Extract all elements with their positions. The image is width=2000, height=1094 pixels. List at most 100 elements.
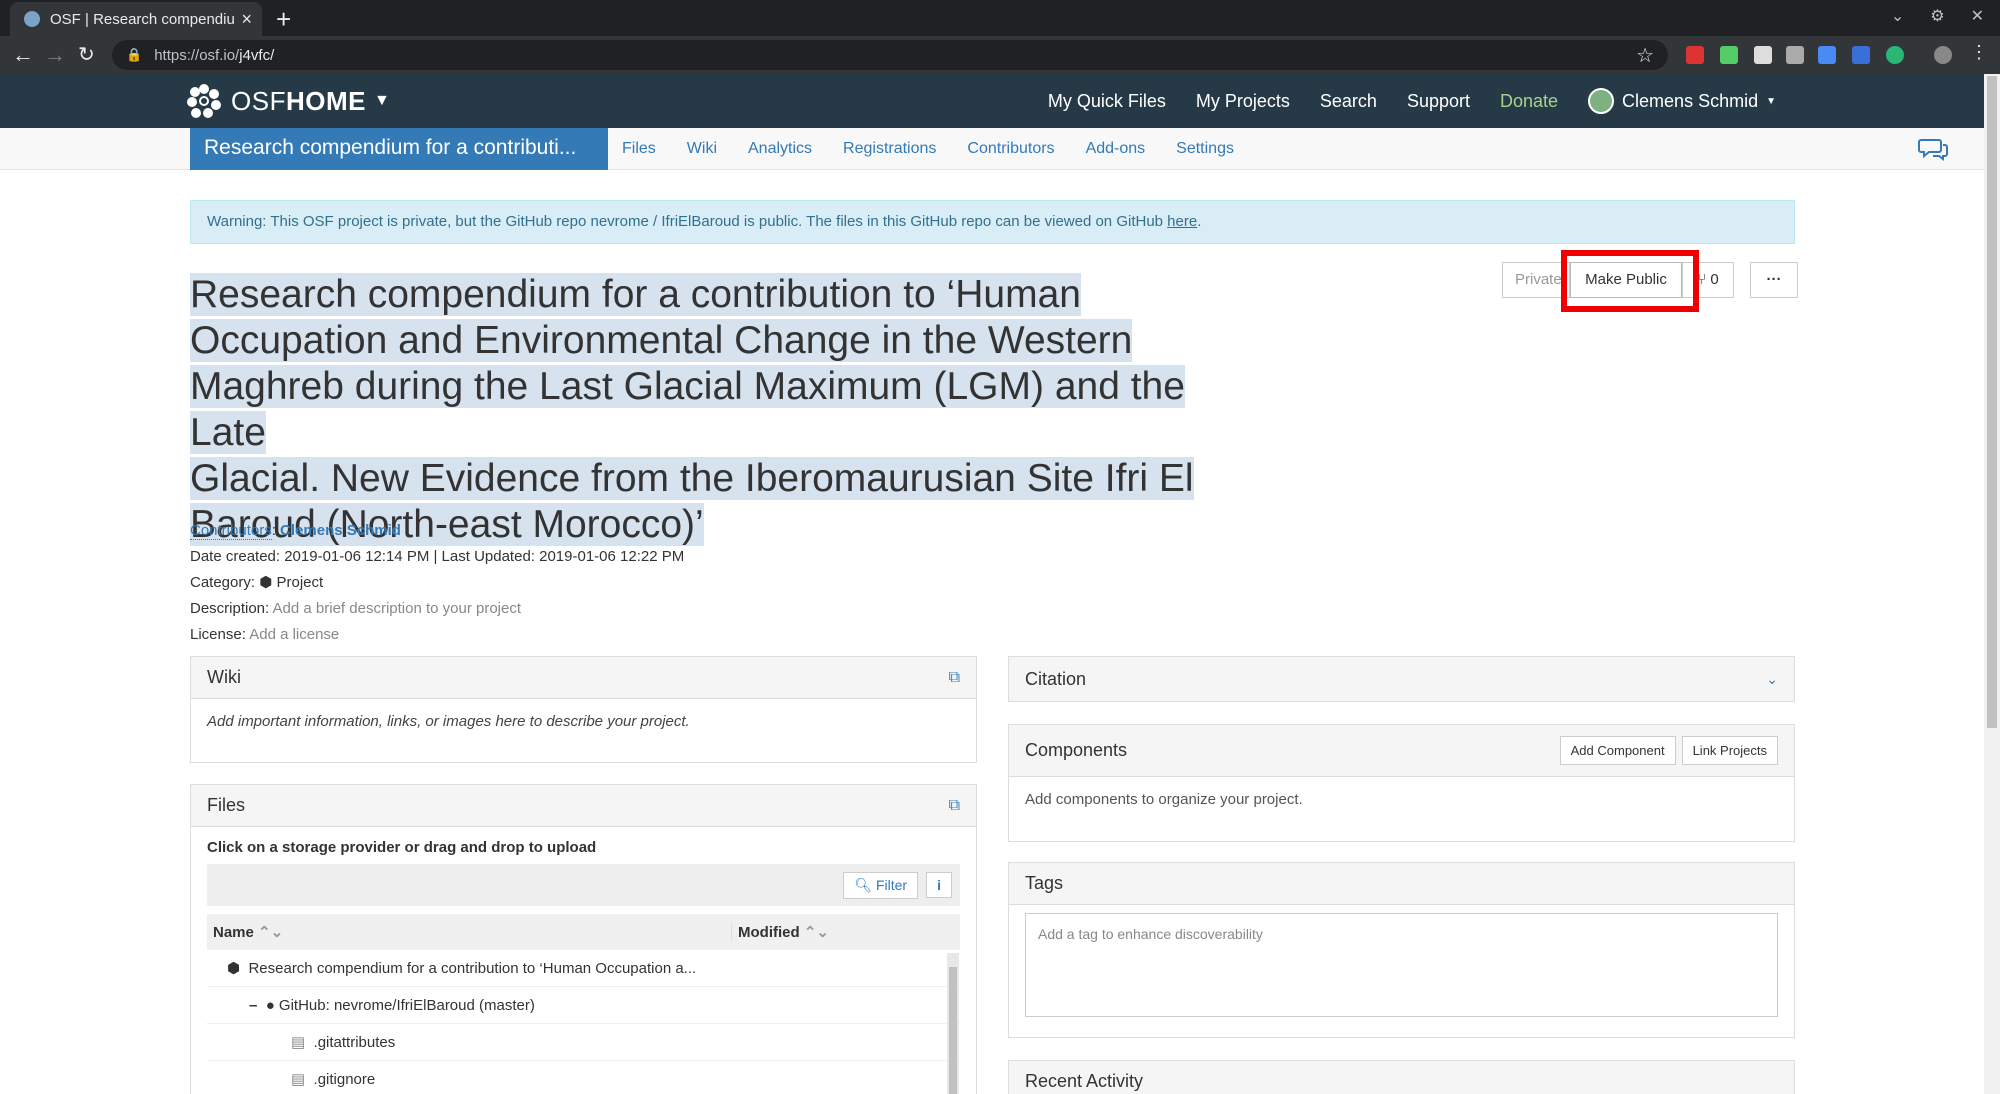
osf-navbar: OSFHOME ▼ My Quick Files My Projects Sea…	[0, 74, 1984, 128]
bookmark-star-icon[interactable]: ☆	[1636, 43, 1654, 68]
osf-favicon-icon	[24, 11, 40, 27]
upload-instruction: Click on a storage provider or drag and …	[207, 839, 597, 856]
components-body: Add components to organize your project.	[1025, 791, 1303, 808]
files-panel: Files ⧉ Click on a storage provider or d…	[190, 784, 977, 1094]
date-line: Date created: 2019-01-06 12:14 PM | Last…	[190, 548, 685, 565]
nav-my-projects[interactable]: My Projects	[1196, 91, 1290, 112]
address-bar[interactable]: 🔒 https://osf.io/j4vfc/ ☆	[112, 40, 1668, 70]
link-projects-button[interactable]: Link Projects	[1681, 736, 1778, 765]
tab-wiki[interactable]: Wiki	[687, 140, 717, 158]
category-value: Project	[276, 574, 324, 591]
extension-icon[interactable]	[1886, 46, 1904, 64]
extension-icon[interactable]	[1818, 46, 1836, 64]
file-scrollbar[interactable]	[947, 953, 959, 1094]
user-menu[interactable]: Clemens Schmid ▼	[1588, 88, 1776, 114]
user-name: Clemens Schmid	[1622, 90, 1759, 111]
profile-icon[interactable]	[1934, 46, 1952, 64]
tab-analytics[interactable]: Analytics	[748, 140, 812, 158]
private-button[interactable]: Private	[1502, 262, 1570, 298]
warning-text: Warning: This OSF project is private, bu…	[207, 213, 1168, 230]
nav-search[interactable]: Search	[1320, 91, 1377, 112]
chevron-down-icon[interactable]: ⌄	[1766, 671, 1778, 688]
contributor-name[interactable]: Clemens Schmid	[280, 522, 401, 539]
fork-icon: ⑂	[1697, 271, 1711, 288]
extension-icon[interactable]	[1852, 46, 1870, 64]
github-public-warning: Warning: This OSF project is private, bu…	[190, 200, 1795, 244]
components-panel: Components Add Component Link Projects A…	[1008, 724, 1795, 842]
close-window-icon[interactable]: ✕	[1971, 6, 1984, 26]
external-link-icon[interactable]: ⧉	[949, 797, 960, 815]
make-public-highlight	[1561, 250, 1699, 312]
tags-heading: Tags	[1025, 873, 1064, 893]
github-icon: ●	[265, 996, 275, 1014]
nav-my-quick-files[interactable]: My Quick Files	[1048, 91, 1166, 112]
files-heading: Files	[207, 795, 246, 815]
tab-settings[interactable]: Settings	[1176, 140, 1234, 158]
brand-osf: OSF	[231, 85, 286, 116]
nav-support[interactable]: Support	[1407, 91, 1470, 112]
extension-icon[interactable]	[1786, 46, 1804, 64]
contributors-link[interactable]: Contributors	[190, 522, 272, 540]
col-name[interactable]: Name ⌃⌄	[207, 923, 732, 941]
brand-home: HOME	[285, 85, 366, 116]
citation-panel[interactable]: Citation ⌄	[1008, 656, 1795, 702]
browser-toolbar: ← → ↻ 🔒 https://osf.io/j4vfc/ ☆ ⋮	[0, 36, 2000, 74]
settings-icon[interactable]: ⚙	[1930, 6, 1944, 26]
cube-icon: ⬢	[259, 574, 273, 591]
page-scrollbar[interactable]	[1984, 74, 2000, 1094]
osf-flower-icon	[187, 84, 221, 118]
caret-down-icon[interactable]: ▼	[374, 92, 390, 110]
osf-home-logo[interactable]: OSFHOME ▼	[187, 84, 390, 118]
reload-icon[interactable]: ↻	[78, 42, 95, 67]
github-here-link[interactable]: here	[1167, 213, 1197, 230]
back-icon[interactable]: ←	[12, 42, 34, 68]
table-row[interactable]: ⬢ Research compendium for a contribution…	[207, 950, 960, 987]
description-field[interactable]: Add a brief description to your project	[273, 600, 521, 617]
add-component-button[interactable]: Add Component	[1559, 736, 1676, 765]
extension-icon[interactable]	[1754, 46, 1772, 64]
filter-button[interactable]: 🔍︎ Filter	[843, 871, 919, 899]
components-heading: Components	[1025, 740, 1128, 760]
project-meta: Contributors: Clemens Schmid Date create…	[190, 522, 685, 643]
collapse-icon[interactable]: –	[249, 997, 257, 1014]
minimize-icon[interactable]: ⌄	[1891, 6, 1904, 26]
nav-donate[interactable]: Donate	[1500, 91, 1558, 112]
browser-tabbar: OSF | Research compendium f × + ⌄ ⚙ ✕	[0, 0, 2000, 36]
browser-tab[interactable]: OSF | Research compendium f ×	[10, 2, 262, 36]
tab-contributors[interactable]: Contributors	[967, 140, 1054, 158]
tab-add-ons[interactable]: Add-ons	[1086, 140, 1146, 158]
tab-registrations[interactable]: Registrations	[843, 140, 936, 158]
citation-heading: Citation	[1025, 668, 1087, 689]
close-tab-icon[interactable]: ×	[241, 9, 252, 30]
wiki-body: Add important information, links, or ima…	[207, 713, 690, 730]
sort-icon: ⌃⌄	[803, 924, 829, 941]
project-nav-title[interactable]: Research compendium for a contributi...	[190, 128, 608, 170]
extension-icon[interactable]	[1686, 46, 1704, 64]
filegrid-toolbar: 🔍︎ Filter i	[207, 864, 960, 906]
tab-files[interactable]: Files	[622, 140, 656, 158]
tab-title: OSF | Research compendium f	[50, 10, 236, 28]
col-modified[interactable]: Modified ⌃⌄	[732, 923, 829, 941]
caret-down-icon: ▼	[1766, 95, 1776, 107]
info-button[interactable]: i	[926, 872, 952, 898]
recent-activity-panel: Recent Activity	[1008, 1060, 1795, 1094]
menu-icon[interactable]: ⋮	[1970, 42, 1988, 63]
file-table: Name ⌃⌄ Modified ⌃⌄ ⬢ Research compendiu…	[207, 914, 960, 1094]
table-row[interactable]: ▤ .gitattributes	[207, 1024, 960, 1061]
forward-icon[interactable]: →	[44, 42, 66, 68]
avatar	[1588, 88, 1615, 114]
cube-icon: ⬢	[227, 960, 241, 977]
search-icon: 🔍︎	[854, 876, 876, 893]
wiki-heading: Wiki	[207, 667, 241, 687]
table-row[interactable]: ▤ .gitignore	[207, 1061, 960, 1094]
table-row[interactable]: – ● GitHub: nevrome/IfriElBaroud (master…	[207, 987, 960, 1024]
more-options-button[interactable]: ···	[1750, 262, 1798, 298]
lock-icon: 🔒	[126, 47, 143, 62]
new-tab-icon[interactable]: +	[276, 4, 291, 35]
extension-icon[interactable]	[1720, 46, 1738, 64]
comments-icon[interactable]	[1918, 137, 1948, 161]
tag-input[interactable]: Add a tag to enhance discoverability	[1025, 913, 1778, 1017]
url-text: https://osf.io/j4vfc/	[154, 46, 275, 64]
external-link-icon[interactable]: ⧉	[949, 669, 960, 687]
license-field[interactable]: Add a license	[249, 626, 339, 643]
